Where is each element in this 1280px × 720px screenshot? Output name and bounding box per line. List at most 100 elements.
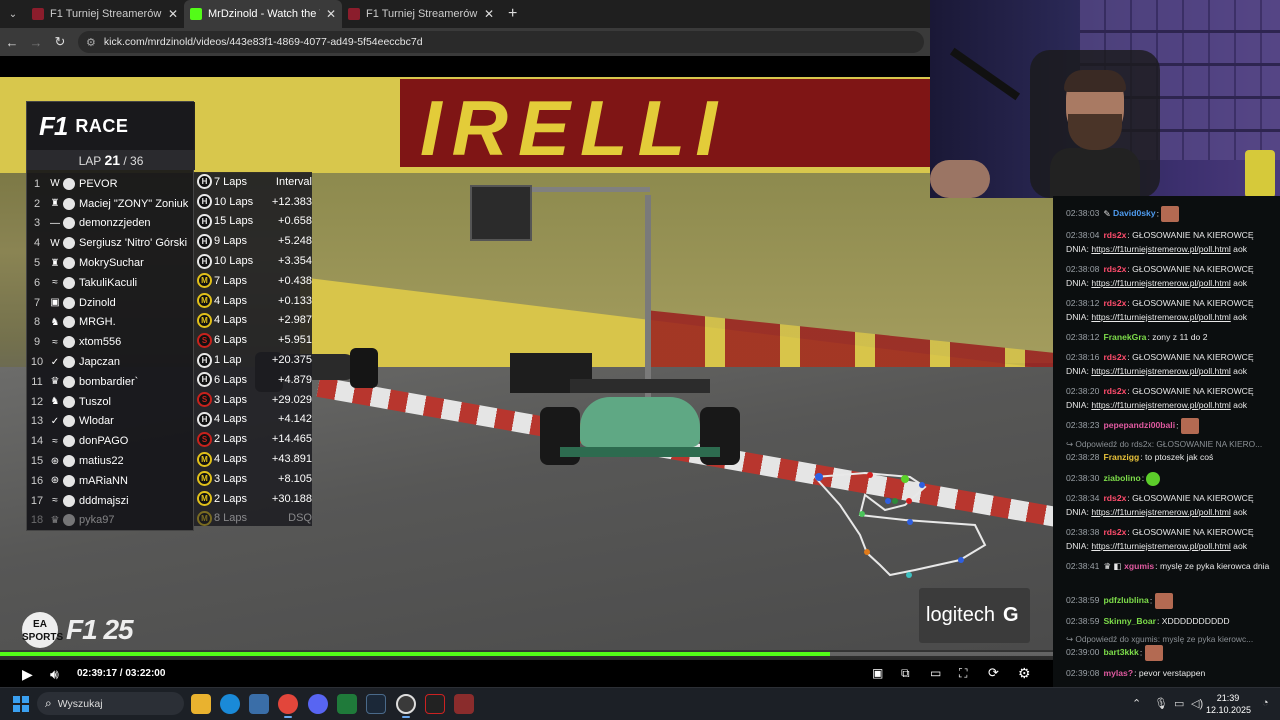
logitech-logo: logitech G	[919, 588, 1030, 643]
chat-username[interactable]: xgumis	[1124, 561, 1154, 571]
volume-icon[interactable]: 🔊︎	[50, 666, 59, 683]
chat-username[interactable]: mylas?	[1103, 668, 1133, 678]
tray-chevron-icon[interactable]: ⌃	[1132, 697, 1141, 710]
minimap-car-marker	[859, 511, 865, 517]
chat-link[interactable]: https://f1turniejstremerow.pl/poll.html	[1091, 507, 1230, 517]
driver-position: 2	[33, 197, 41, 210]
discord-icon[interactable]	[308, 694, 328, 714]
file-explorer-icon[interactable]	[191, 694, 211, 714]
chat-link[interactable]: https://f1turniejstremerow.pl/poll.html	[1091, 366, 1230, 376]
chat-message: 02:38:20 rds2x: GŁOSOWANIE NA KIEROWCĘ DN…	[1066, 386, 1254, 410]
chat-link[interactable]: https://f1turniejstremerow.pl/poll.html	[1091, 244, 1230, 254]
f1-game-icon[interactable]	[425, 694, 445, 714]
tab-title: MrDzinold - Watch the VOD on Kick	[208, 8, 320, 20]
lap-total: / 36	[123, 154, 144, 168]
chat-timestamp: 02:38:28	[1066, 452, 1100, 462]
minimap-car-marker	[885, 498, 891, 504]
store-icon[interactable]	[249, 694, 269, 714]
tab-close-icon[interactable]: ✕	[168, 7, 178, 21]
tyre-gap-row: S3 Laps +29.029	[194, 390, 312, 410]
chat-username[interactable]: rds2x	[1103, 527, 1126, 537]
chat-message: 02:38:08 rds2x: GŁOSOWANIE NA KIEROWCĘ DN…	[1066, 264, 1254, 288]
chrome-icon[interactable]	[278, 694, 298, 714]
chat-username[interactable]: pepepandzi00bali	[1103, 420, 1175, 430]
notification-bell-icon[interactable]: ◔	[1262, 697, 1269, 709]
site-info-icon[interactable]: ⚙	[86, 36, 96, 49]
app-icon[interactable]	[454, 694, 474, 714]
chat-text-suffix: aok	[1233, 244, 1248, 254]
chat-username[interactable]: rds2x	[1103, 352, 1126, 362]
tyre-gap-row: H 10 Laps +12.383	[194, 192, 312, 212]
chat-badge-icon: ✎	[1103, 208, 1111, 219]
chat-message: 02:38:12 FranekGra: zony z 11 do 2	[1066, 332, 1208, 342]
chat-link[interactable]: https://f1turniejstremerow.pl/poll.html	[1091, 541, 1230, 551]
theater-mode-icon[interactable]: ▭	[930, 666, 941, 680]
microphone-icon[interactable]: 🎙︎	[1154, 697, 1168, 710]
chat-link[interactable]: https://f1turniejstremerow.pl/poll.html	[1091, 400, 1230, 410]
chat-username[interactable]: David0sky	[1113, 208, 1156, 218]
miniplayer-icon[interactable]: ▣	[872, 666, 883, 680]
driver-position: 18	[30, 514, 44, 527]
video-time: 02:39:17 / 03:22:00	[77, 668, 166, 679]
tab-close-icon[interactable]: ✕	[326, 7, 336, 21]
edge-icon[interactable]	[220, 694, 240, 714]
clip-icon[interactable]: ⧉	[901, 666, 910, 681]
url-field[interactable]: ⚙ kick.com/mrdzinold/videos/443e83f1-486…	[78, 31, 924, 53]
chat-link[interactable]: https://f1turniejstremerow.pl/poll.html	[1091, 312, 1230, 322]
excel-icon[interactable]	[337, 694, 357, 714]
network-icon[interactable]: ▭	[1174, 697, 1184, 710]
chat-username[interactable]: rds2x	[1103, 264, 1126, 274]
taskbar-clock[interactable]: 21:39 12.10.2025	[1206, 692, 1251, 716]
tab-fight[interactable]: F1 Turniej Streamerów - Walka o ✕	[342, 0, 500, 28]
chat-message: 02:38:28 Franzigg: to ptoszek jak coś	[1066, 452, 1214, 462]
driver-gap: +2.987	[278, 314, 312, 327]
new-tab-button[interactable]: +	[508, 5, 517, 23]
steam-icon[interactable]	[366, 694, 386, 714]
driver-position: 3	[33, 217, 41, 230]
steering-wheel-icon	[63, 474, 75, 487]
chat-username[interactable]: rds2x	[1103, 386, 1126, 396]
tyre-laps: 7 Laps	[214, 274, 248, 287]
video-progress-bar[interactable]	[0, 652, 1053, 656]
chrome-active-indicator	[284, 716, 292, 718]
chat-reply-reference[interactable]: ↪ Odpowiedź do xgumis: myslę ze pyka kie…	[1066, 634, 1274, 644]
chat-username[interactable]: bart3kkk	[1103, 647, 1138, 657]
fullscreen-icon[interactable]: ⛶	[959, 666, 967, 681]
chat-username[interactable]: Skinny_Boar	[1103, 616, 1156, 626]
chat-username[interactable]: ziabolino	[1103, 473, 1140, 483]
tab-search-chevron-icon[interactable]: ⌄	[0, 0, 26, 28]
steering-wheel-icon	[63, 356, 75, 369]
back-icon[interactable]: ←	[0, 35, 24, 50]
windows-start-icon[interactable]	[13, 696, 29, 712]
chat-username[interactable]: pdfzlublina	[1103, 595, 1148, 605]
driver-name: mARiaNN	[79, 474, 128, 487]
team-logo-icon: ▣	[50, 297, 60, 309]
tyre-laps: 3 Laps	[214, 472, 248, 485]
playback-speed-icon[interactable]: ⟳	[988, 665, 999, 681]
speaker-icon[interactable]: ◁)	[1191, 697, 1203, 710]
tyre-laps: 4 Laps	[214, 294, 248, 307]
driver-gap: +4.142	[278, 413, 312, 426]
chat-text-suffix: aok	[1233, 366, 1248, 376]
chat-username[interactable]: Franzigg	[1103, 452, 1139, 462]
taskbar-search[interactable]: ⌕ Wyszukaj	[37, 692, 184, 715]
chat-link[interactable]: https://f1turniejstremerow.pl/poll.html	[1091, 278, 1230, 288]
chat-reply-reference[interactable]: ↪ Odpowiedź do rds2x: GŁOSOWANIE NA KIER…	[1066, 439, 1274, 449]
settings-gear-icon[interactable]: ⚙	[1018, 665, 1031, 682]
chat-username[interactable]: rds2x	[1103, 493, 1126, 503]
tab-poll[interactable]: F1 Turniej Streamerów – Głosowanie ✕	[26, 0, 184, 28]
reload-icon[interactable]: ↻	[48, 34, 72, 50]
play-icon[interactable]: ▶	[22, 666, 33, 683]
tyre-compound-icon: M	[197, 471, 212, 487]
chat-username[interactable]: rds2x	[1103, 298, 1126, 308]
forward-icon[interactable]: →	[24, 35, 48, 50]
obs-icon[interactable]	[396, 694, 416, 714]
chat-username[interactable]: FranekGra	[1103, 332, 1146, 342]
tab-kick-vod[interactable]: MrDzinold - Watch the VOD on Kick ✕	[184, 0, 342, 28]
chat-username[interactable]: rds2x	[1103, 230, 1126, 240]
search-icon: ⌕	[45, 696, 52, 710]
team-logo-icon: ⊛	[50, 475, 60, 487]
tyre-laps: 7 Laps	[214, 175, 248, 188]
team-logo-icon: ≈	[52, 495, 58, 507]
tab-close-icon[interactable]: ✕	[484, 7, 494, 21]
